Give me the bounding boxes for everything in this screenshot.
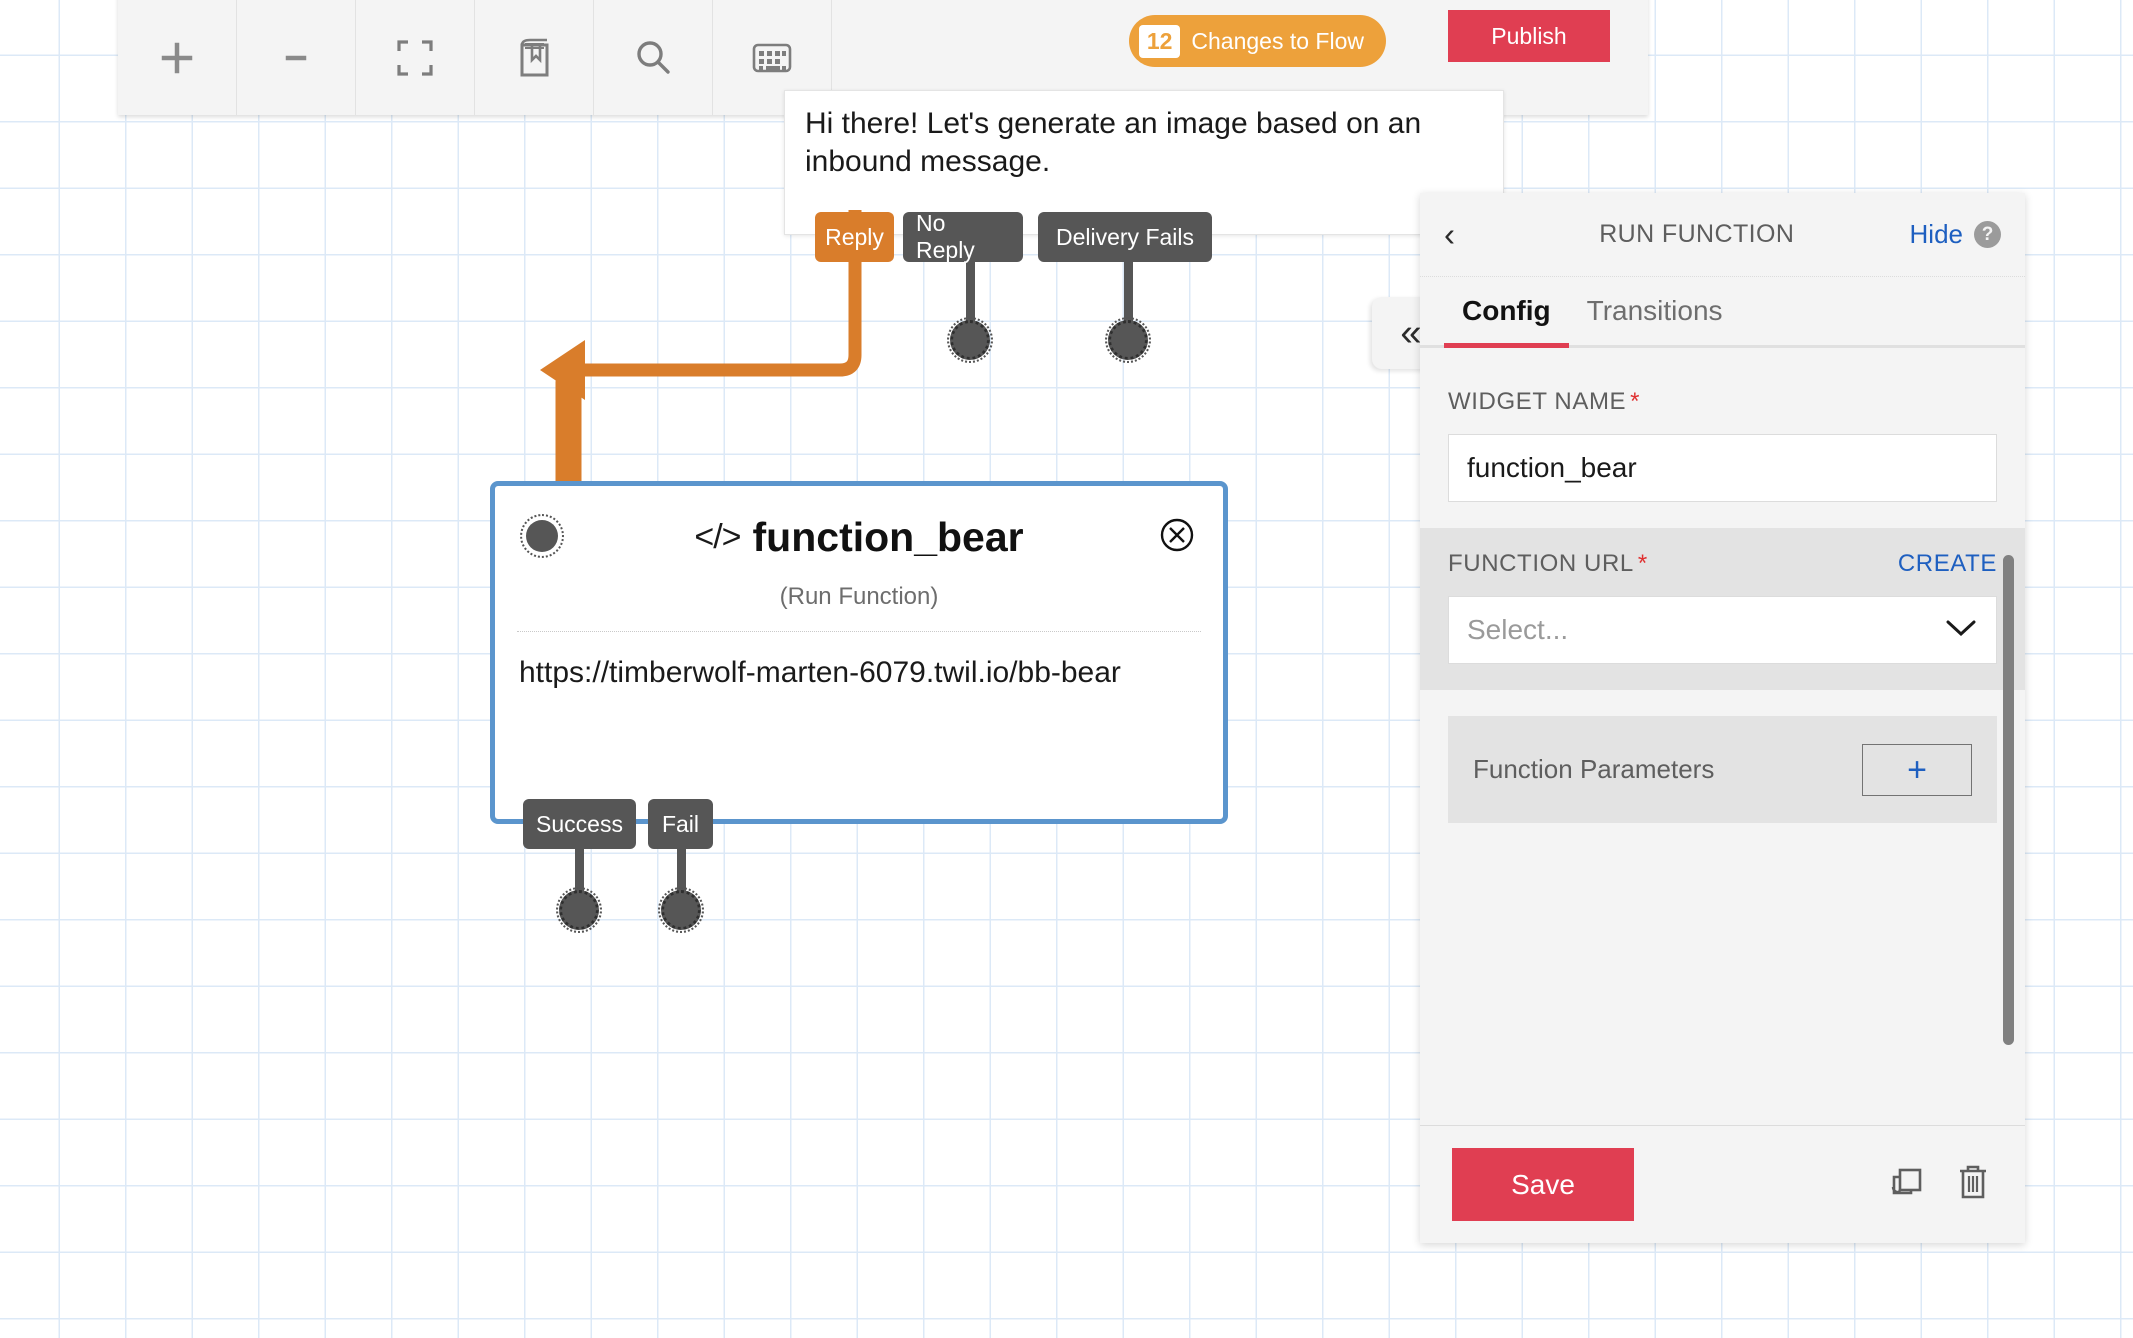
- panel-body: WIDGET NAME* FUNCTION URL* CREATE Select…: [1420, 348, 2025, 1125]
- transition-success[interactable]: Success: [523, 799, 636, 849]
- required-marker: *: [1637, 550, 1648, 577]
- publish-button[interactable]: Publish: [1448, 10, 1610, 62]
- chevron-down-icon: [1944, 614, 1978, 646]
- changes-count: 12: [1138, 24, 1181, 58]
- function-url-field-block: FUNCTION URL * CREATE Select...: [1420, 528, 2025, 690]
- transition-fail[interactable]: Fail: [648, 799, 713, 849]
- node-title-row: </> function_bear: [495, 486, 1223, 561]
- widget-config-panel: ‹ RUN FUNCTION Hide ? Config Transitions…: [1420, 193, 2025, 1243]
- fit-to-view-button[interactable]: [356, 0, 475, 115]
- function-url-label: FUNCTION URL *: [1448, 550, 1648, 577]
- widget-name-label-row: WIDGET NAME *: [1448, 388, 1997, 416]
- book-icon: [513, 36, 555, 80]
- function-url-select[interactable]: Select...: [1448, 596, 1997, 664]
- function-url-select-value: Select...: [1467, 614, 1569, 645]
- run-function-widget[interactable]: </> function_bear (Run Function) https:/…: [490, 481, 1228, 824]
- function-url-label-row: FUNCTION URL * CREATE: [1448, 550, 1997, 578]
- zoom-in-button[interactable]: [118, 0, 237, 115]
- tab-transitions[interactable]: Transitions: [1569, 295, 1741, 348]
- minus-icon: [276, 38, 316, 78]
- widget-name-input[interactable]: [1448, 434, 1997, 502]
- save-button[interactable]: Save: [1452, 1148, 1634, 1221]
- node-divider: [517, 631, 1201, 632]
- add-parameter-button[interactable]: +: [1862, 743, 1972, 796]
- library-button[interactable]: [475, 0, 594, 115]
- changes-to-flow-badge[interactable]: 12 Changes to Flow: [1128, 15, 1386, 67]
- node-function-url-text: https://timberwolf-marten-6079.twil.io/b…: [519, 656, 1121, 689]
- duplicate-icon[interactable]: [1883, 1160, 1927, 1209]
- panel-scrollbar[interactable]: [2003, 555, 2014, 1045]
- connector-endpoint-success[interactable]: [556, 887, 602, 933]
- transition-no-reply[interactable]: No Reply: [903, 210, 1023, 263]
- connector-endpoint-fail[interactable]: [658, 887, 704, 933]
- function-parameters-label: Function Parameters: [1473, 754, 1715, 784]
- node-subtitle: (Run Function): [779, 583, 939, 610]
- keyboard-icon: [751, 41, 793, 75]
- plus-icon: [157, 38, 197, 78]
- panel-title: RUN FUNCTION: [1599, 220, 1795, 248]
- crop-frame-icon: [393, 36, 437, 80]
- connector-endpoint-delivery-fails[interactable]: [1105, 317, 1151, 363]
- widget-name-label: WIDGET NAME *: [1448, 388, 1641, 415]
- zoom-out-button[interactable]: [237, 0, 356, 115]
- node-input-port[interactable]: [520, 514, 564, 558]
- panel-header: ‹ RUN FUNCTION Hide ?: [1420, 193, 2025, 277]
- hide-panel-link[interactable]: Hide: [1910, 219, 1963, 250]
- message-body-text: Hi there! Let's generate an image based …: [805, 107, 1430, 179]
- search-button[interactable]: [594, 0, 713, 115]
- transition-reply[interactable]: Reply: [815, 212, 894, 262]
- back-chevron-icon[interactable]: ‹: [1444, 216, 1484, 254]
- changes-label: Changes to Flow: [1191, 27, 1364, 54]
- connector-endpoint-no-reply[interactable]: [947, 317, 993, 363]
- search-icon: [631, 36, 675, 80]
- transition-delivery-fails[interactable]: Delivery Fails: [1038, 212, 1212, 262]
- help-icon[interactable]: ?: [1974, 221, 2001, 248]
- footer-icon-group: [1883, 1159, 1993, 1210]
- panel-tabs: Config Transitions: [1420, 277, 2025, 348]
- widget-name-field-block: WIDGET NAME *: [1420, 366, 2025, 528]
- function-parameters-block: Function Parameters +: [1448, 716, 1997, 823]
- create-function-link[interactable]: CREATE: [1898, 550, 1997, 578]
- tab-config[interactable]: Config: [1444, 295, 1569, 348]
- code-icon: </>: [694, 518, 741, 556]
- required-marker: *: [1630, 388, 1641, 415]
- close-icon[interactable]: [1159, 517, 1195, 553]
- panel-footer: Save: [1420, 1125, 2025, 1243]
- node-title: function_bear: [752, 514, 1024, 560]
- trash-icon[interactable]: [1953, 1159, 1993, 1210]
